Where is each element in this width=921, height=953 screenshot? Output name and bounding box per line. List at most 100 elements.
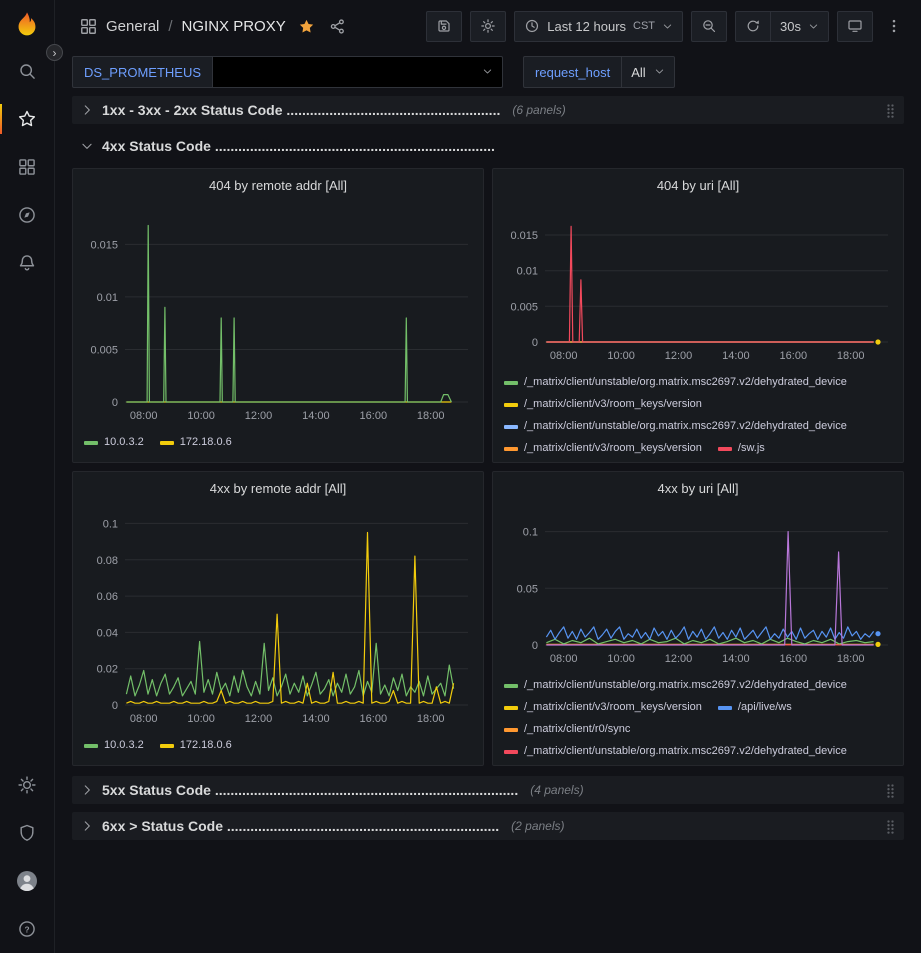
time-range-picker[interactable]: Last 12 hours CST — [514, 11, 683, 42]
legend-item[interactable]: /_matrix/client/unstable/org.matrix.msc2… — [504, 375, 847, 390]
svg-text:12:00: 12:00 — [665, 350, 693, 362]
legend-item[interactable]: /api/live/ws — [718, 700, 792, 715]
svg-text:0.02: 0.02 — [97, 664, 118, 676]
legend-item[interactable]: /_matrix/client/unstable/org.matrix.msc2… — [504, 744, 847, 759]
sidebar-item-configuration[interactable] — [0, 761, 55, 809]
row-header-4xx[interactable]: 4xx Status Code ........................… — [72, 132, 904, 160]
legend-item[interactable]: 10.0.3.2 — [84, 738, 144, 753]
svg-text:0.1: 0.1 — [103, 518, 118, 530]
grafana-logo-icon — [12, 11, 42, 41]
svg-text:12:00: 12:00 — [245, 410, 273, 422]
svg-text:16:00: 16:00 — [780, 350, 808, 362]
svg-text:14:00: 14:00 — [302, 410, 330, 422]
chevron-down-icon — [654, 65, 665, 80]
row-header-5xx[interactable]: 5xx Status Code ........................… — [72, 776, 904, 804]
row-header-1xx-3xx-2xx[interactable]: 1xx - 3xx - 2xx Status Code ............… — [72, 96, 904, 124]
legend-item[interactable]: 172.18.0.6 — [160, 435, 232, 450]
row-expanded-icon — [80, 139, 94, 153]
legend-swatch — [504, 728, 518, 732]
breadcrumb-section[interactable]: General — [106, 18, 159, 35]
save-dashboard-button[interactable] — [426, 11, 462, 42]
tv-icon — [847, 18, 863, 34]
svg-text:14:00: 14:00 — [722, 350, 750, 362]
svg-text:10:00: 10:00 — [187, 410, 215, 422]
legend-item[interactable]: /_matrix/client/v3/room_keys/version — [504, 441, 702, 456]
row-drag-handle[interactable] — [885, 783, 896, 798]
sidebar-item-starred[interactable] — [0, 95, 55, 143]
zoom-out-button[interactable] — [691, 11, 727, 42]
panel-title[interactable]: 404 by remote addr [All] — [81, 173, 475, 199]
legend-item[interactable]: /_matrix/client/unstable/org.matrix.msc2… — [504, 678, 847, 693]
sidebar-item-help[interactable]: ? — [0, 905, 55, 953]
svg-text:0: 0 — [532, 640, 538, 652]
legend-item[interactable]: 172.18.0.6 — [160, 738, 232, 753]
datasource-variable-dropdown[interactable] — [213, 56, 503, 88]
drag-handle-icon — [885, 783, 896, 798]
time-series-chart[interactable]: 00.0050.010.01508:0010:0012:0014:0016:00… — [501, 203, 898, 368]
svg-text:0.015: 0.015 — [510, 230, 538, 242]
legend-label: 10.0.3.2 — [104, 435, 144, 450]
svg-text:0.04: 0.04 — [97, 627, 118, 639]
row-header-6xx[interactable]: 6xx > Status Code ......................… — [72, 812, 904, 840]
refresh-icon — [745, 18, 761, 34]
chart-legend: 10.0.3.2 172.18.0.6 — [81, 435, 475, 450]
legend-label: /_matrix/client/unstable/org.matrix.msc2… — [524, 744, 847, 759]
sidebar-item-profile[interactable] — [0, 857, 55, 905]
row-panel-count: (2 panels) — [511, 819, 564, 833]
row-title: 5xx Status Code ........................… — [102, 782, 518, 798]
svg-text:0.05: 0.05 — [517, 583, 538, 595]
navbar-actions: Last 12 hours CST 30s — [426, 11, 907, 42]
server-admin-icon — [17, 823, 37, 843]
legend-swatch — [504, 706, 518, 710]
panel-404-by-remote-addr: 404 by remote addr [All] 00.0050.010.015… — [72, 168, 484, 463]
sidebar-item-explore[interactable] — [0, 191, 55, 239]
dashboard-settings-button[interactable] — [470, 11, 506, 42]
legend-label: /_matrix/client/v3/room_keys/version — [524, 441, 702, 456]
sidebar-item-server-admin[interactable] — [0, 809, 55, 857]
legend-label: /_matrix/client/unstable/org.matrix.msc2… — [524, 419, 847, 434]
svg-text:08:00: 08:00 — [130, 410, 158, 422]
panel-title[interactable]: 404 by uri [All] — [501, 173, 895, 199]
row-drag-handle[interactable] — [885, 819, 896, 834]
svg-text:14:00: 14:00 — [302, 713, 330, 725]
more-options-button[interactable] — [881, 11, 907, 42]
time-series-chart[interactable]: 00.0050.010.01508:0010:0012:0014:0016:00… — [81, 203, 478, 428]
sidebar-expand-button[interactable]: › — [46, 44, 63, 61]
panel-title[interactable]: 4xx by uri [All] — [501, 476, 895, 502]
breadcrumb-title: NGINX PROXY — [182, 18, 286, 35]
datasource-label-text: DS_PROMETHEUS — [84, 65, 201, 80]
clock-icon — [524, 18, 540, 34]
svg-text:0.005: 0.005 — [510, 301, 538, 313]
share-icon[interactable] — [329, 18, 346, 35]
svg-text:0: 0 — [532, 337, 538, 349]
legend-item[interactable]: /_matrix/client/v3/room_keys/version — [504, 700, 702, 715]
favorite-star-icon[interactable] — [298, 18, 315, 35]
time-series-chart[interactable]: 00.020.040.060.080.108:0010:0012:0014:00… — [81, 506, 478, 731]
tv-mode-button[interactable] — [837, 11, 873, 42]
settings-icon — [480, 18, 496, 34]
sidebar-item-dashboards[interactable] — [0, 143, 55, 191]
legend-item[interactable]: /_matrix/client/v3/room_keys/version — [504, 397, 702, 412]
refresh-button[interactable] — [735, 11, 771, 42]
svg-text:12:00: 12:00 — [665, 653, 693, 665]
top-navbar: General / NGINX PROXY — [55, 0, 921, 52]
panel-title[interactable]: 4xx by remote addr [All] — [81, 476, 475, 502]
legend-swatch — [504, 750, 518, 754]
svg-text:0.005: 0.005 — [90, 345, 118, 357]
refresh-interval-dropdown[interactable]: 30s — [770, 11, 829, 42]
sidebar-item-alerting[interactable] — [0, 239, 55, 287]
row-panel-count: (6 panels) — [512, 103, 565, 117]
grafana-logo[interactable] — [12, 11, 42, 41]
chevron-down-icon — [662, 21, 673, 32]
legend-label: /sw.js — [738, 441, 765, 456]
row-panel-count: (4 panels) — [530, 783, 583, 797]
legend-item[interactable]: /_matrix/client/r0/sync — [504, 722, 630, 737]
legend-item[interactable]: 10.0.3.2 — [84, 435, 144, 450]
legend-item[interactable]: /_matrix/client/unstable/org.matrix.msc2… — [504, 419, 847, 434]
legend-item[interactable]: /sw.js — [718, 441, 765, 456]
legend-swatch — [504, 425, 518, 429]
row-drag-handle[interactable] — [885, 103, 896, 118]
legend-label: 10.0.3.2 — [104, 738, 144, 753]
time-series-chart[interactable]: 00.050.108:0010:0012:0014:0016:0018:00 — [501, 506, 898, 671]
request-host-variable-dropdown[interactable]: All — [622, 56, 674, 88]
